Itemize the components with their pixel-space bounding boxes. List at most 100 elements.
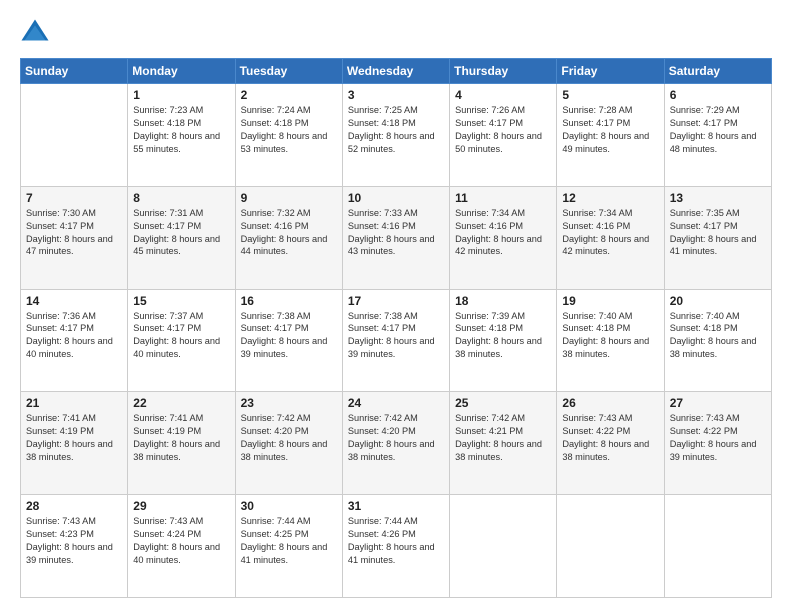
sunset-label: Sunset: 4:17 PM — [348, 323, 416, 333]
calendar-cell: 13 Sunrise: 7:35 AM Sunset: 4:17 PM Dayl… — [664, 186, 771, 289]
sunrise-label: Sunrise: 7:34 AM — [562, 208, 632, 218]
day-info: Sunrise: 7:37 AM Sunset: 4:17 PM Dayligh… — [133, 310, 229, 362]
day-number: 17 — [348, 294, 444, 308]
calendar-cell: 4 Sunrise: 7:26 AM Sunset: 4:17 PM Dayli… — [450, 84, 557, 187]
sunset-label: Sunset: 4:17 PM — [133, 323, 201, 333]
calendar-cell: 25 Sunrise: 7:42 AM Sunset: 4:21 PM Dayl… — [450, 392, 557, 495]
sunset-label: Sunset: 4:17 PM — [670, 221, 738, 231]
sunrise-label: Sunrise: 7:41 AM — [133, 413, 203, 423]
calendar-cell: 2 Sunrise: 7:24 AM Sunset: 4:18 PM Dayli… — [235, 84, 342, 187]
sunrise-label: Sunrise: 7:42 AM — [241, 413, 311, 423]
day-number: 8 — [133, 191, 229, 205]
calendar-table: SundayMondayTuesdayWednesdayThursdayFrid… — [20, 58, 772, 598]
sunrise-label: Sunrise: 7:41 AM — [26, 413, 96, 423]
day-number: 25 — [455, 396, 551, 410]
daylight-label: Daylight: 8 hours and 52 minutes. — [348, 131, 435, 154]
daylight-label: Daylight: 8 hours and 42 minutes. — [455, 234, 542, 257]
sunrise-label: Sunrise: 7:37 AM — [133, 311, 203, 321]
sunset-label: Sunset: 4:17 PM — [26, 221, 94, 231]
sunset-label: Sunset: 4:16 PM — [241, 221, 309, 231]
daylight-label: Daylight: 8 hours and 38 minutes. — [348, 439, 435, 462]
sunrise-label: Sunrise: 7:24 AM — [241, 105, 311, 115]
calendar-cell — [557, 495, 664, 598]
calendar-cell: 21 Sunrise: 7:41 AM Sunset: 4:19 PM Dayl… — [21, 392, 128, 495]
sunset-label: Sunset: 4:17 PM — [455, 118, 523, 128]
sunset-label: Sunset: 4:18 PM — [348, 118, 416, 128]
day-number: 13 — [670, 191, 766, 205]
daylight-label: Daylight: 8 hours and 39 minutes. — [241, 336, 328, 359]
daylight-label: Daylight: 8 hours and 38 minutes. — [455, 439, 542, 462]
daylight-label: Daylight: 8 hours and 49 minutes. — [562, 131, 649, 154]
sunrise-label: Sunrise: 7:40 AM — [562, 311, 632, 321]
calendar-cell: 22 Sunrise: 7:41 AM Sunset: 4:19 PM Dayl… — [128, 392, 235, 495]
sunset-label: Sunset: 4:17 PM — [133, 221, 201, 231]
sunrise-label: Sunrise: 7:29 AM — [670, 105, 740, 115]
sunset-label: Sunset: 4:18 PM — [670, 323, 738, 333]
day-info: Sunrise: 7:25 AM Sunset: 4:18 PM Dayligh… — [348, 104, 444, 156]
daylight-label: Daylight: 8 hours and 42 minutes. — [562, 234, 649, 257]
day-number: 7 — [26, 191, 122, 205]
daylight-label: Daylight: 8 hours and 38 minutes. — [562, 439, 649, 462]
daylight-label: Daylight: 8 hours and 39 minutes. — [348, 336, 435, 359]
header — [20, 18, 772, 48]
day-info: Sunrise: 7:38 AM Sunset: 4:17 PM Dayligh… — [348, 310, 444, 362]
calendar-cell: 28 Sunrise: 7:43 AM Sunset: 4:23 PM Dayl… — [21, 495, 128, 598]
sunset-label: Sunset: 4:19 PM — [26, 426, 94, 436]
week-row-3: 14 Sunrise: 7:36 AM Sunset: 4:17 PM Dayl… — [21, 289, 772, 392]
day-info: Sunrise: 7:35 AM Sunset: 4:17 PM Dayligh… — [670, 207, 766, 259]
daylight-label: Daylight: 8 hours and 38 minutes. — [670, 336, 757, 359]
calendar-cell: 18 Sunrise: 7:39 AM Sunset: 4:18 PM Dayl… — [450, 289, 557, 392]
weekday-header-monday: Monday — [128, 59, 235, 84]
sunrise-label: Sunrise: 7:43 AM — [133, 516, 203, 526]
day-number: 14 — [26, 294, 122, 308]
sunset-label: Sunset: 4:21 PM — [455, 426, 523, 436]
week-row-5: 28 Sunrise: 7:43 AM Sunset: 4:23 PM Dayl… — [21, 495, 772, 598]
day-number: 24 — [348, 396, 444, 410]
day-number: 21 — [26, 396, 122, 410]
sunrise-label: Sunrise: 7:26 AM — [455, 105, 525, 115]
sunrise-label: Sunrise: 7:33 AM — [348, 208, 418, 218]
calendar-cell: 24 Sunrise: 7:42 AM Sunset: 4:20 PM Dayl… — [342, 392, 449, 495]
sunset-label: Sunset: 4:20 PM — [241, 426, 309, 436]
daylight-label: Daylight: 8 hours and 39 minutes. — [26, 542, 113, 565]
day-info: Sunrise: 7:40 AM Sunset: 4:18 PM Dayligh… — [562, 310, 658, 362]
day-info: Sunrise: 7:24 AM Sunset: 4:18 PM Dayligh… — [241, 104, 337, 156]
calendar-cell: 27 Sunrise: 7:43 AM Sunset: 4:22 PM Dayl… — [664, 392, 771, 495]
daylight-label: Daylight: 8 hours and 38 minutes. — [241, 439, 328, 462]
day-info: Sunrise: 7:43 AM Sunset: 4:22 PM Dayligh… — [562, 412, 658, 464]
sunrise-label: Sunrise: 7:43 AM — [26, 516, 96, 526]
day-number: 5 — [562, 88, 658, 102]
sunrise-label: Sunrise: 7:28 AM — [562, 105, 632, 115]
sunrise-label: Sunrise: 7:31 AM — [133, 208, 203, 218]
sunrise-label: Sunrise: 7:43 AM — [562, 413, 632, 423]
calendar-cell: 11 Sunrise: 7:34 AM Sunset: 4:16 PM Dayl… — [450, 186, 557, 289]
day-number: 3 — [348, 88, 444, 102]
daylight-label: Daylight: 8 hours and 39 minutes. — [670, 439, 757, 462]
calendar-cell: 17 Sunrise: 7:38 AM Sunset: 4:17 PM Dayl… — [342, 289, 449, 392]
daylight-label: Daylight: 8 hours and 53 minutes. — [241, 131, 328, 154]
sunrise-label: Sunrise: 7:43 AM — [670, 413, 740, 423]
day-number: 2 — [241, 88, 337, 102]
day-info: Sunrise: 7:28 AM Sunset: 4:17 PM Dayligh… — [562, 104, 658, 156]
week-row-4: 21 Sunrise: 7:41 AM Sunset: 4:19 PM Dayl… — [21, 392, 772, 495]
day-number: 11 — [455, 191, 551, 205]
sunset-label: Sunset: 4:20 PM — [348, 426, 416, 436]
sunset-label: Sunset: 4:16 PM — [348, 221, 416, 231]
day-info: Sunrise: 7:39 AM Sunset: 4:18 PM Dayligh… — [455, 310, 551, 362]
daylight-label: Daylight: 8 hours and 48 minutes. — [670, 131, 757, 154]
logo — [20, 18, 54, 48]
weekday-header-row: SundayMondayTuesdayWednesdayThursdayFrid… — [21, 59, 772, 84]
day-number: 12 — [562, 191, 658, 205]
day-number: 6 — [670, 88, 766, 102]
calendar-cell: 26 Sunrise: 7:43 AM Sunset: 4:22 PM Dayl… — [557, 392, 664, 495]
weekday-header-tuesday: Tuesday — [235, 59, 342, 84]
calendar-cell: 20 Sunrise: 7:40 AM Sunset: 4:18 PM Dayl… — [664, 289, 771, 392]
daylight-label: Daylight: 8 hours and 44 minutes. — [241, 234, 328, 257]
daylight-label: Daylight: 8 hours and 47 minutes. — [26, 234, 113, 257]
calendar-cell: 9 Sunrise: 7:32 AM Sunset: 4:16 PM Dayli… — [235, 186, 342, 289]
calendar-cell: 5 Sunrise: 7:28 AM Sunset: 4:17 PM Dayli… — [557, 84, 664, 187]
sunset-label: Sunset: 4:17 PM — [241, 323, 309, 333]
day-info: Sunrise: 7:41 AM Sunset: 4:19 PM Dayligh… — [133, 412, 229, 464]
weekday-header-friday: Friday — [557, 59, 664, 84]
sunset-label: Sunset: 4:23 PM — [26, 529, 94, 539]
